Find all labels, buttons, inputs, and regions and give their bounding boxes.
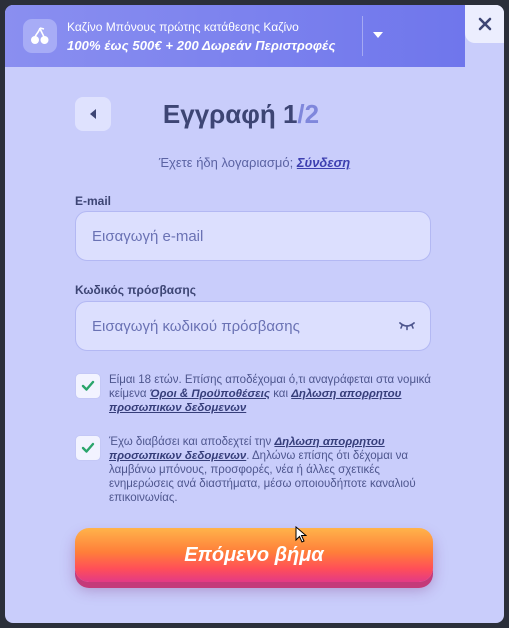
age-terms-checkbox[interactable]	[75, 373, 101, 399]
age-terms-consent: Είμαι 18 ετών. Επίσης αποδέχομαι ό,τι αν…	[75, 373, 435, 419]
banner-title: Καζίνο Μπόνους πρώτης κατάθεσης Καζίνο	[67, 20, 299, 34]
cherries-icon	[23, 19, 57, 53]
marketing-text: Έχω διαβάσει και αποδεχτεί την Δηλωση απ…	[109, 435, 439, 505]
chevron-down-icon[interactable]	[373, 32, 383, 38]
password-field[interactable]: Εισαγωγή κωδικού πρόσβασης	[75, 301, 431, 351]
registration-modal: Καζίνο Μπόνους πρώτης κατάθεσης Καζίνο 1…	[5, 5, 504, 623]
login-link[interactable]: Σύνδεση	[297, 155, 350, 170]
banner-offer: 100% έως 500€ + 200 Δωρεάν Περιστροφές	[67, 38, 336, 53]
close-button[interactable]	[465, 5, 504, 43]
back-arrow-icon	[90, 109, 96, 119]
checkmark-icon	[81, 442, 95, 453]
next-step-button[interactable]: Επόμενο βήμα	[75, 528, 433, 582]
password-placeholder: Εισαγωγή κωδικού πρόσβασης	[92, 317, 300, 335]
title-text: Εγγραφή	[162, 99, 283, 129]
bonus-banner[interactable]: Καζίνο Μπόνους πρώτης κατάθεσης Καζίνο 1…	[5, 5, 465, 67]
banner-divider	[362, 16, 363, 56]
age-terms-text: Είμαι 18 ετών. Επίσης αποδέχομαι ό,τι αν…	[109, 373, 439, 415]
age-terms-text-b: και	[270, 388, 292, 400]
login-prompt: Έχετε ήδη λογαριασμό;	[158, 155, 297, 170]
marketing-checkbox[interactable]	[75, 435, 101, 461]
banner-text: Καζίνο Μπόνους πρώτης κατάθεσης Καζίνο 1…	[67, 20, 357, 54]
step-total: /2	[297, 99, 320, 129]
login-prompt-row: Έχετε ήδη λογαριασμό; Σύνδεση	[5, 155, 504, 170]
email-field[interactable]: Εισαγωγή e-mail	[75, 211, 431, 261]
page-title: Εγγραφή 1/2	[111, 99, 371, 130]
eye-closed-icon[interactable]	[398, 319, 416, 333]
back-button[interactable]	[75, 97, 111, 131]
mouse-cursor-icon	[295, 526, 307, 543]
marketing-consent: Έχω διαβάσει και αποδεχτεί την Δηλωση απ…	[75, 435, 435, 507]
checkmark-icon	[81, 380, 95, 391]
close-icon	[478, 17, 491, 31]
email-placeholder: Εισαγωγή e-mail	[92, 227, 204, 245]
password-label: Κωδικός πρόσβασης	[75, 283, 196, 297]
email-label: E-mail	[75, 194, 112, 208]
terms-link[interactable]: Όροι & Προϋποθέσεις	[150, 388, 270, 400]
step-current: 1	[282, 99, 298, 129]
marketing-text-a: Έχω διαβάσει και αποδεχτεί την	[109, 436, 275, 448]
